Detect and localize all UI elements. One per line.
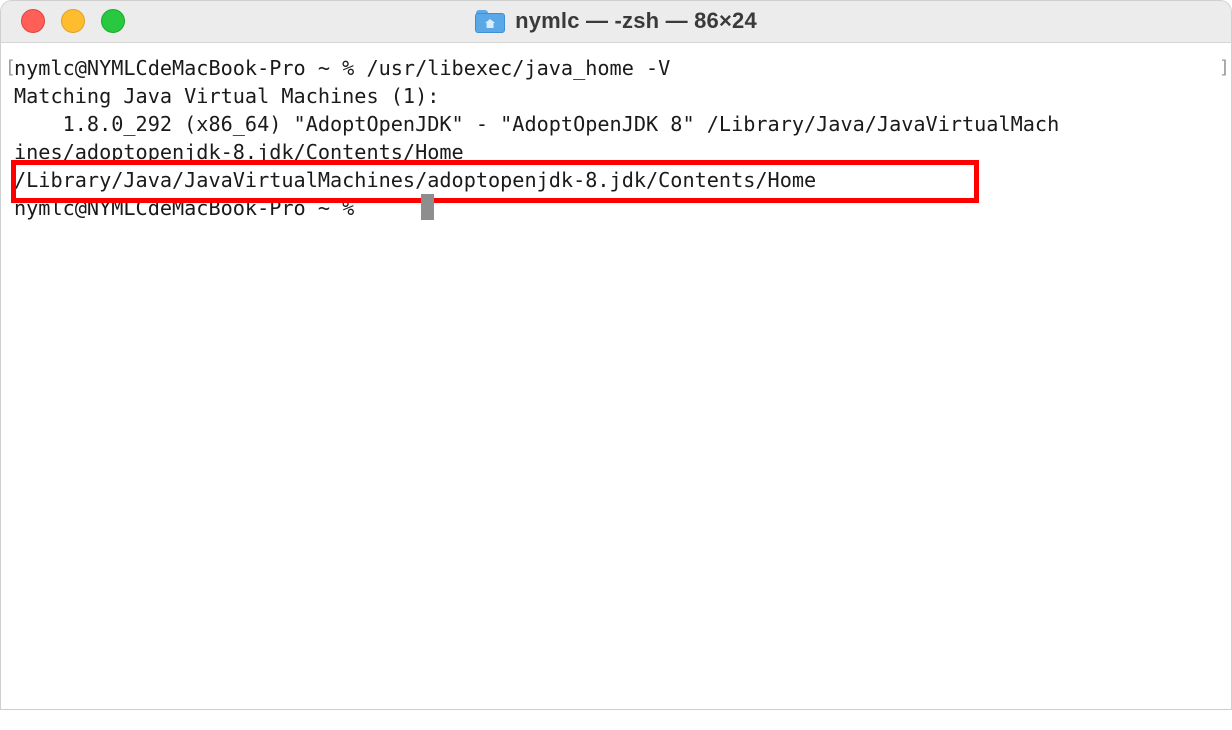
- title-bar[interactable]: nymlc — -zsh — 86×24: [1, 1, 1231, 43]
- terminal-line-command: nymlc@NYMLCdeMacBook-Pro ~ % /usr/libexe…: [14, 56, 671, 80]
- terminal-window: nymlc — -zsh — 86×24 [ ] nymlc@NYMLCdeMa…: [0, 0, 1232, 710]
- window-title-group: nymlc — -zsh — 86×24: [1, 1, 1231, 41]
- home-folder-icon: [475, 9, 506, 33]
- terminal-line-matching: Matching Java Virtual Machines (1):: [14, 84, 440, 108]
- terminal-cursor: [421, 194, 434, 220]
- window-title: nymlc — -zsh — 86×24: [515, 8, 757, 33]
- mark-bracket-right: ]: [1219, 57, 1230, 78]
- terminal-line-jvm-entry: 1.8.0_292 (x86_64) "AdoptOpenJDK" - "Ado…: [14, 112, 1060, 136]
- highlight-annotation-box: [11, 160, 979, 203]
- terminal-output[interactable]: [ ] nymlc@NYMLCdeMacBook-Pro ~ % /usr/li…: [1, 43, 1231, 709]
